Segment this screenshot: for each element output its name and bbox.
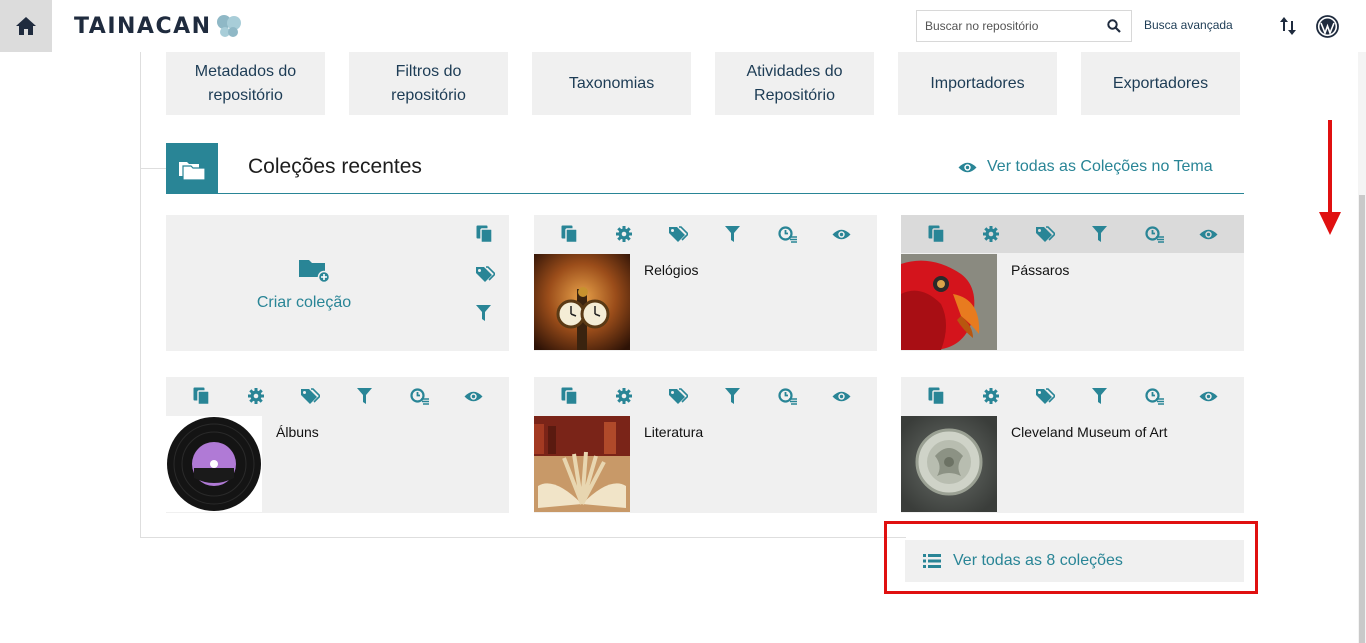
collection-card[interactable]: Pássaros xyxy=(901,215,1244,351)
tags-icon[interactable] xyxy=(299,385,321,407)
collection-name[interactable]: Cleveland Museum of Art xyxy=(1011,424,1167,440)
search-icon[interactable] xyxy=(1107,19,1121,33)
see-all-collections-theme-link[interactable]: Ver todas as Coleções no Tema xyxy=(958,158,1213,176)
copy-icon[interactable] xyxy=(925,385,947,407)
advanced-search-link[interactable]: Busca avançada xyxy=(1144,18,1233,32)
collection-name[interactable]: Pássaros xyxy=(1011,262,1069,278)
tags-icon[interactable] xyxy=(476,266,495,282)
tainacan-logo[interactable]: Tainacan xyxy=(74,12,242,40)
eye-icon[interactable] xyxy=(1198,385,1220,407)
folders-icon xyxy=(179,161,205,180)
collection-thumbnail-vinyl[interactable] xyxy=(166,416,262,512)
copy-icon[interactable] xyxy=(190,385,212,407)
settings-gear-icon[interactable] xyxy=(980,385,1002,407)
copy-icon[interactable] xyxy=(476,225,493,243)
filter-icon[interactable] xyxy=(1089,223,1111,245)
collection-card[interactable]: Cleveland Museum of Art xyxy=(901,377,1244,513)
create-collection-card[interactable]: Criar coleção xyxy=(166,215,509,351)
home-icon xyxy=(16,17,36,35)
collection-thumbnail-book[interactable] xyxy=(534,416,630,512)
activities-icon[interactable] xyxy=(776,385,798,407)
eye-icon[interactable] xyxy=(831,385,853,407)
collection-name[interactable]: Literatura xyxy=(644,424,703,440)
collections-section-icon xyxy=(166,143,218,194)
taxonomies-card[interactable]: Taxonomias xyxy=(532,52,691,115)
collection-actions xyxy=(901,215,1244,253)
repo-metadata-card[interactable]: Metadados do repositório xyxy=(166,52,325,115)
add-folder-icon xyxy=(299,260,331,284)
annotation-highlight-box xyxy=(884,521,1258,594)
tags-icon[interactable] xyxy=(1034,385,1056,407)
create-collection-label: Criar coleção xyxy=(256,294,352,311)
importers-card[interactable]: Importadores xyxy=(898,52,1057,115)
filter-icon[interactable] xyxy=(722,223,744,245)
settings-gear-icon[interactable] xyxy=(613,223,635,245)
search-input[interactable] xyxy=(925,19,1103,33)
collection-card[interactable]: Relógios xyxy=(534,215,877,351)
collection-thumbnail-bird[interactable] xyxy=(901,254,997,350)
copy-icon[interactable] xyxy=(925,223,947,245)
scrollbar-thumb[interactable] xyxy=(1359,195,1365,643)
frame-line xyxy=(140,52,141,538)
settings-gear-icon[interactable] xyxy=(245,385,267,407)
sort-icon[interactable] xyxy=(1280,16,1296,36)
filter-icon[interactable] xyxy=(354,385,376,407)
settings-gear-icon[interactable] xyxy=(980,223,1002,245)
eye-icon[interactable] xyxy=(831,223,853,245)
search-box xyxy=(916,10,1132,42)
eye-icon[interactable] xyxy=(1198,223,1220,245)
collection-thumbnail-clock[interactable] xyxy=(534,254,630,350)
activities-icon[interactable] xyxy=(776,223,798,245)
recent-collections-title: Coleções recentes xyxy=(248,155,422,178)
collection-card[interactable]: Álbuns xyxy=(166,377,509,513)
logo-text: Tainacan xyxy=(74,13,212,39)
collection-thumbnail-artwork[interactable] xyxy=(901,416,997,512)
collection-actions xyxy=(534,215,877,253)
wordpress-icon[interactable] xyxy=(1316,15,1339,38)
logo-butterfly-icon xyxy=(216,15,241,37)
repo-filters-card[interactable]: Filtros do repositório xyxy=(349,52,508,115)
collection-name[interactable]: Álbuns xyxy=(276,424,319,440)
home-button[interactable] xyxy=(0,0,52,52)
tags-icon[interactable] xyxy=(1034,223,1056,245)
eye-icon[interactable] xyxy=(463,385,485,407)
collection-actions xyxy=(166,377,509,415)
exporters-card[interactable]: Exportadores xyxy=(1081,52,1240,115)
tags-icon[interactable] xyxy=(667,223,689,245)
create-collection-content: Criar coleção xyxy=(257,257,362,312)
annotation-down-arrow-icon xyxy=(1319,120,1341,235)
activities-icon[interactable] xyxy=(1143,223,1165,245)
filter-icon[interactable] xyxy=(1089,385,1111,407)
collection-card[interactable]: Literatura xyxy=(534,377,877,513)
top-bar: Tainacan Busca avançada xyxy=(0,0,1366,52)
collection-actions xyxy=(901,377,1244,415)
settings-gear-icon[interactable] xyxy=(613,385,635,407)
copy-icon[interactable] xyxy=(558,223,580,245)
collection-name[interactable]: Relógios xyxy=(644,262,698,278)
filter-icon[interactable] xyxy=(722,385,744,407)
copy-icon[interactable] xyxy=(558,385,580,407)
create-card-actions xyxy=(476,225,495,321)
activities-icon[interactable] xyxy=(408,385,430,407)
section-divider xyxy=(140,168,166,169)
see-all-theme-label: Ver todas as Coleções no Tema xyxy=(987,158,1213,175)
section-rule xyxy=(218,193,1244,194)
activities-icon[interactable] xyxy=(1143,385,1165,407)
collection-actions xyxy=(534,377,877,415)
eye-icon xyxy=(958,162,977,172)
tags-icon[interactable] xyxy=(667,385,689,407)
filter-icon[interactable] xyxy=(476,305,491,321)
frame-line xyxy=(140,537,906,538)
repo-activities-card[interactable]: Atividades do Repositório xyxy=(715,52,874,115)
